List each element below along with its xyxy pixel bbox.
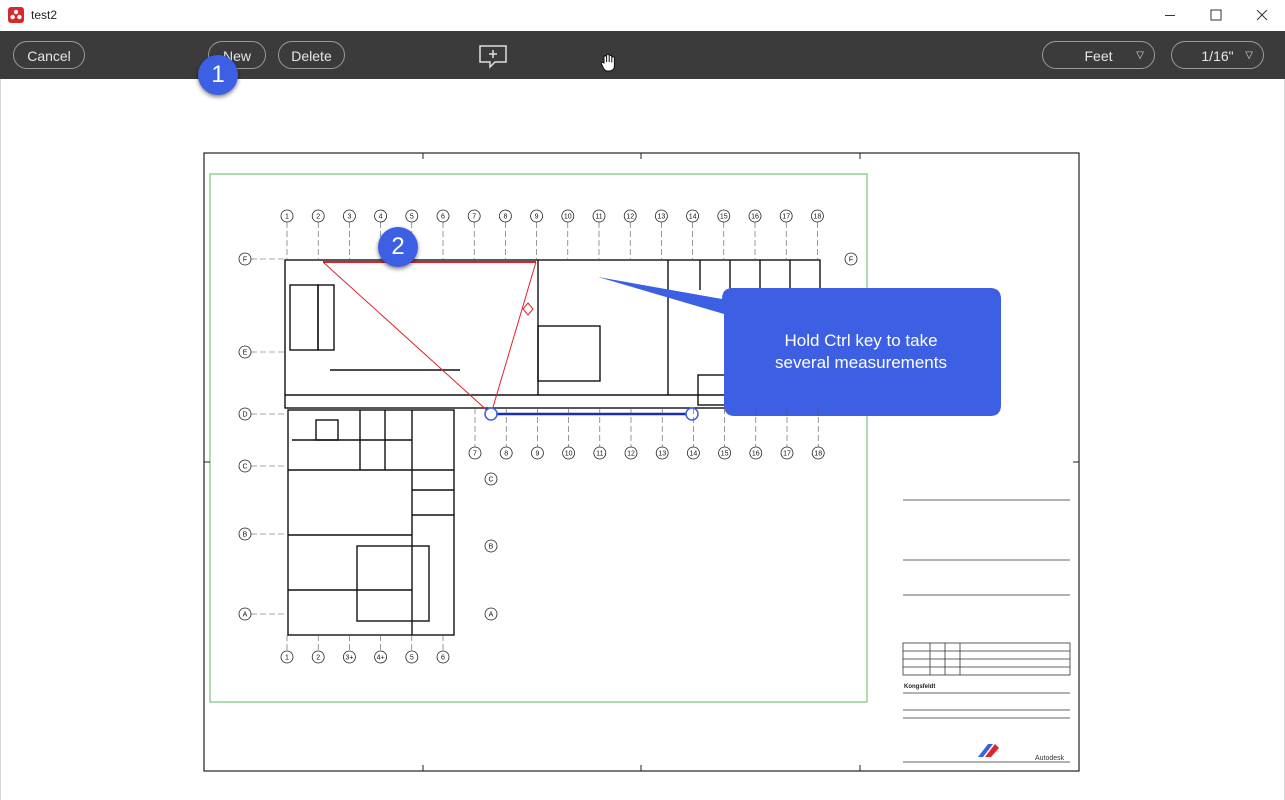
- callout-line-1: Hold Ctrl key to take: [784, 331, 938, 350]
- step-badge-1: 1: [198, 55, 238, 95]
- drawing-canvas[interactable]: [0, 79, 1285, 800]
- step-badge-2: 2: [378, 227, 418, 267]
- chevron-down-icon: ▽: [1245, 50, 1253, 61]
- window-title: test2: [31, 8, 58, 22]
- toolbar: Cancel New Delete Feet ▽ 1/16" ▽: [0, 31, 1285, 79]
- units-dropdown[interactable]: Feet ▽: [1042, 41, 1155, 69]
- autodesk-logo: Autodesk: [1035, 755, 1065, 762]
- title-bar: test2: [0, 0, 1285, 32]
- close-button[interactable]: [1239, 0, 1285, 31]
- hand-cursor-icon: [600, 53, 618, 73]
- title-block-name: Kongsfeldt: [904, 684, 936, 690]
- delete-button[interactable]: Delete: [278, 41, 345, 69]
- maximize-button[interactable]: [1193, 0, 1239, 31]
- chevron-down-icon: ▽: [1136, 50, 1144, 61]
- minimize-button[interactable]: [1147, 0, 1193, 31]
- app-icon: [8, 7, 24, 23]
- scale-dropdown[interactable]: 1/16" ▽: [1171, 41, 1264, 69]
- add-comment-icon[interactable]: [478, 44, 508, 70]
- cancel-button[interactable]: Cancel: [13, 41, 85, 69]
- callout-line-2: several measurements: [775, 353, 947, 372]
- callout-text: Hold Ctrl key to take several measuremen…: [726, 330, 996, 374]
